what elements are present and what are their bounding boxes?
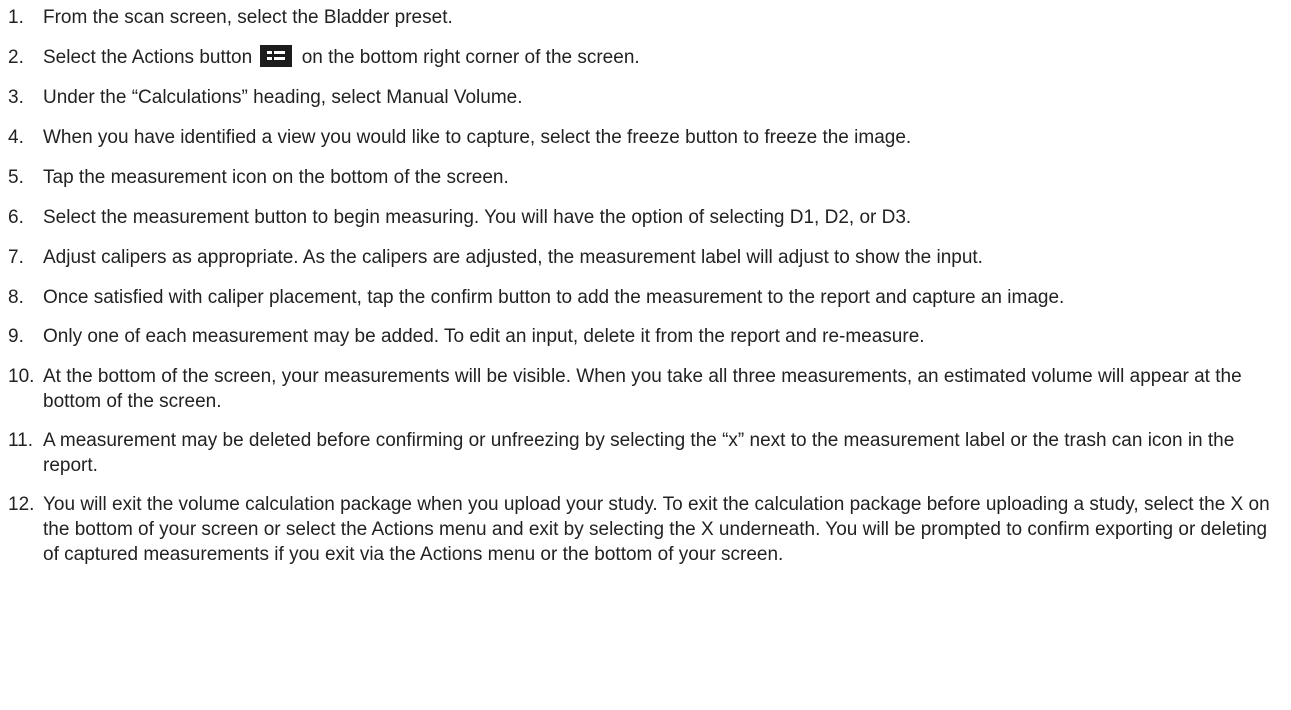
step-text: Once satisfied with caliper placement, t… — [43, 287, 1065, 308]
step-number: 11. — [8, 430, 34, 451]
step-item: 9. Only one of each measurement may be a… — [0, 324, 1291, 349]
step-text: A measurement may be deleted before conf… — [43, 430, 1235, 476]
step-text: Only one of each measurement may be adde… — [43, 326, 925, 347]
step-item: 11. A measurement may be deleted before … — [0, 428, 1291, 478]
step-item: 4. When you have identified a view you w… — [0, 125, 1291, 150]
step-text: At the bottom of the screen, your measur… — [43, 366, 1242, 412]
steps-list: 1. From the scan screen, select the Blad… — [0, 5, 1291, 567]
step-text: You will exit the volume calculation pac… — [43, 494, 1270, 565]
step-number: 4. — [8, 127, 24, 148]
step-number: 5. — [8, 167, 24, 188]
step-item: 2. Select the Actions button on the bott… — [0, 45, 1291, 70]
step-item: 10. At the bottom of the screen, your me… — [0, 364, 1291, 414]
step-item: 12. You will exit the volume calculation… — [0, 492, 1291, 567]
step-number: 2. — [8, 47, 24, 68]
step-text: Select the Actions button on the bottom … — [43, 45, 1291, 70]
step-number: 8. — [8, 287, 24, 308]
step-number: 6. — [8, 207, 24, 228]
step-number: 1. — [8, 7, 24, 28]
step-item: 1. From the scan screen, select the Blad… — [0, 5, 1291, 30]
step-text: From the scan screen, select the Bladder… — [43, 7, 453, 28]
step-text: Select the measurement button to begin m… — [43, 207, 912, 228]
actions-menu-icon — [260, 45, 293, 67]
step-number: 9. — [8, 326, 24, 347]
step-item: 5. Tap the measurement icon on the botto… — [0, 165, 1291, 190]
step-text-after-icon: on the bottom right corner of the screen… — [296, 47, 640, 68]
step-text-before-icon: Select the Actions button — [43, 47, 258, 68]
step-number: 10. — [8, 366, 35, 387]
step-item: 3. Under the “Calculations” heading, sel… — [0, 85, 1291, 110]
step-text: Adjust calipers as appropriate. As the c… — [43, 247, 983, 268]
step-item: 7. Adjust calipers as appropriate. As th… — [0, 245, 1291, 270]
step-text: When you have identified a view you woul… — [43, 127, 912, 148]
step-number: 3. — [8, 87, 24, 108]
step-text: Under the “Calculations” heading, select… — [43, 87, 523, 108]
step-text: Tap the measurement icon on the bottom o… — [43, 167, 509, 188]
step-item: 8. Once satisfied with caliper placement… — [0, 285, 1291, 310]
step-number: 12. — [8, 494, 35, 515]
step-item: 6. Select the measurement button to begi… — [0, 205, 1291, 230]
step-number: 7. — [8, 247, 24, 268]
instructions-document: 1. From the scan screen, select the Blad… — [0, 0, 1291, 710]
